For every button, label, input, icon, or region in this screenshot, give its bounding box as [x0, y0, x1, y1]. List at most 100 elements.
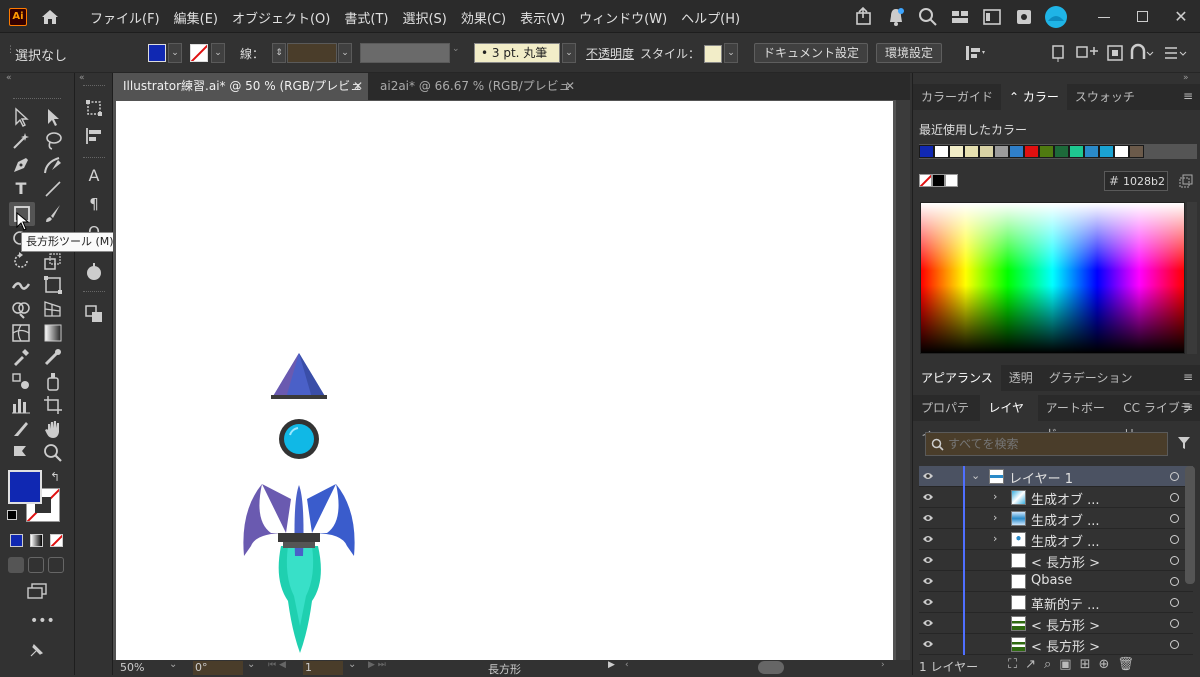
mesh-tool-icon[interactable] [10, 322, 32, 344]
visibility-eye-icon[interactable] [922, 471, 934, 481]
visibility-eye-icon[interactable] [922, 576, 934, 586]
rocket-artwork[interactable] [116, 101, 893, 660]
workspace-icon[interactable] [948, 5, 972, 29]
menu-effect[interactable]: 効果(C) [461, 8, 506, 27]
collapse-panels-icon[interactable]: » [1183, 73, 1189, 83]
recent-color-swatch[interactable] [979, 145, 994, 158]
paintbrush-tool-icon[interactable] [42, 202, 64, 224]
none-swatch[interactable] [919, 174, 932, 187]
canvas-area[interactable] [113, 100, 896, 660]
collapse-toolbar-icon[interactable]: « [6, 73, 12, 83]
maximize-icon[interactable] [1128, 5, 1158, 29]
color-spectrum[interactable] [920, 202, 1185, 354]
color-mode-icon[interactable] [10, 534, 23, 547]
gradient-tool-icon[interactable] [42, 322, 64, 344]
zoom-dropdown[interactable]: ⌄ [169, 659, 177, 670]
graphic-style-swatch[interactable] [704, 45, 722, 63]
profile-dropdown[interactable]: ⌄ [452, 44, 460, 64]
visibility-eye-icon[interactable] [922, 555, 934, 565]
artboard-number[interactable]: 1 [303, 661, 343, 675]
visibility-eye-icon[interactable] [922, 492, 934, 502]
pin-icon[interactable] [28, 641, 46, 659]
out-of-gamut-icon[interactable] [1178, 173, 1194, 189]
sublayer-row[interactable]: › 生成オブ ... [919, 487, 1193, 508]
width-tool-icon[interactable] [10, 274, 32, 296]
stroke-weight-input[interactable] [287, 43, 337, 63]
recent-color-swatch[interactable] [934, 145, 949, 158]
chevron-down-icon[interactable]: ⌄ [971, 469, 980, 482]
white-swatch[interactable] [945, 174, 958, 187]
pathfinder-panel-icon[interactable] [83, 303, 105, 325]
first-artboard-icon[interactable]: ⏮ ◀ [268, 660, 286, 670]
tab-swatches[interactable]: スウォッチ [1067, 84, 1143, 110]
artboard[interactable] [116, 101, 893, 660]
recent-color-swatch[interactable] [1099, 145, 1114, 158]
menu-edit[interactable]: 編集(E) [174, 8, 218, 27]
share-icon[interactable] [852, 5, 876, 29]
recent-color-swatch[interactable] [1069, 145, 1084, 158]
free-transform-tool-icon[interactable] [42, 274, 64, 296]
horizontal-scroll-thumb[interactable] [758, 661, 784, 674]
artboard-dropdown[interactable]: ⌄ [348, 659, 356, 670]
direct-selection-tool-icon[interactable] [42, 106, 64, 128]
layers-scrollbar-thumb[interactable] [1185, 466, 1195, 584]
close-icon[interactable]: ✕ [1166, 5, 1196, 29]
preferences-button[interactable]: 環境設定 [876, 43, 943, 63]
last-artboard-icon[interactable]: ▶ ⏭ [368, 660, 386, 670]
tab-color-guide[interactable]: カラーガイド [913, 84, 1001, 110]
brush-dropdown[interactable]: ⌄ [562, 43, 576, 63]
target-circle-icon[interactable] [1170, 556, 1179, 565]
recent-color-swatch[interactable] [919, 145, 934, 158]
curvature-tool-icon[interactable] [42, 154, 64, 176]
tab-gradient[interactable]: グラデーション [1041, 365, 1141, 391]
sublayer-row[interactable]: 革新的テ ... [919, 592, 1193, 613]
recent-color-swatch[interactable] [1084, 145, 1099, 158]
collect-export-icon[interactable]: ⛶ [1008, 657, 1017, 672]
target-circle-icon[interactable] [1170, 493, 1179, 502]
draw-normal-icon[interactable] [8, 557, 24, 573]
stroke-swatch[interactable] [190, 44, 208, 62]
scale-tool-icon[interactable] [42, 250, 64, 272]
recent-color-swatch[interactable] [1024, 145, 1039, 158]
close-tab-icon[interactable]: ✕ [565, 73, 575, 100]
brush-definition[interactable]: • 3 pt. 丸筆 [474, 43, 560, 63]
sublayer-row[interactable]: › 生成オブ ... [919, 508, 1193, 529]
sublayer-row[interactable]: › 生成オブ ... [919, 529, 1193, 550]
default-fill-stroke-icon[interactable] [7, 510, 17, 520]
canvas-vertical-scrollbar[interactable] [896, 100, 910, 660]
angle-dropdown[interactable]: ⌄ [247, 659, 255, 670]
line-segment-tool-icon[interactable] [42, 178, 64, 200]
stroke-dropdown[interactable]: ⌄ [211, 43, 225, 63]
chevron-right-icon[interactable]: › [993, 511, 997, 524]
black-swatch[interactable] [932, 174, 945, 187]
chevron-right-icon[interactable]: › [993, 490, 997, 503]
document-settings-button[interactable]: ドキュメント設定 [754, 43, 869, 63]
close-tab-icon[interactable]: ✕ [353, 73, 363, 100]
fill-color-box[interactable] [8, 470, 42, 504]
target-circle-icon[interactable] [1170, 640, 1179, 649]
layer-search-field[interactable] [925, 432, 1168, 456]
pen-tool-icon[interactable] [10, 154, 32, 176]
menu-select[interactable]: 選択(S) [402, 8, 446, 27]
recent-color-swatch[interactable] [1054, 145, 1069, 158]
align-options-icon[interactable] [964, 44, 986, 62]
recent-color-swatch[interactable] [1129, 145, 1144, 158]
tab-color[interactable]: ⌃ カラー [1001, 84, 1067, 110]
blend-tool-icon[interactable] [10, 370, 32, 392]
variable-width-profile[interactable] [360, 43, 450, 63]
tab-artboards[interactable]: アートボード [1038, 395, 1116, 441]
sublayer-row[interactable]: < 長方形 > [919, 613, 1193, 634]
character-panel-icon[interactable]: A [83, 165, 105, 187]
filter-icon[interactable] [1177, 436, 1191, 450]
visibility-eye-icon[interactable] [922, 639, 934, 649]
chevron-right-icon[interactable]: › [993, 532, 997, 545]
tab-appearance[interactable]: アピアランス [913, 365, 1001, 391]
gradient-mode-icon[interactable] [30, 534, 43, 547]
new-layer-icon[interactable]: ⊕ [1099, 657, 1110, 672]
eyedropper-tool-icon[interactable] [10, 346, 32, 368]
recent-color-swatch[interactable] [1009, 145, 1024, 158]
search-icon[interactable] [916, 5, 940, 29]
screen-mode-icon[interactable] [26, 582, 48, 600]
menu-view[interactable]: 表示(V) [520, 8, 565, 27]
hand-tool-icon[interactable] [42, 418, 64, 440]
